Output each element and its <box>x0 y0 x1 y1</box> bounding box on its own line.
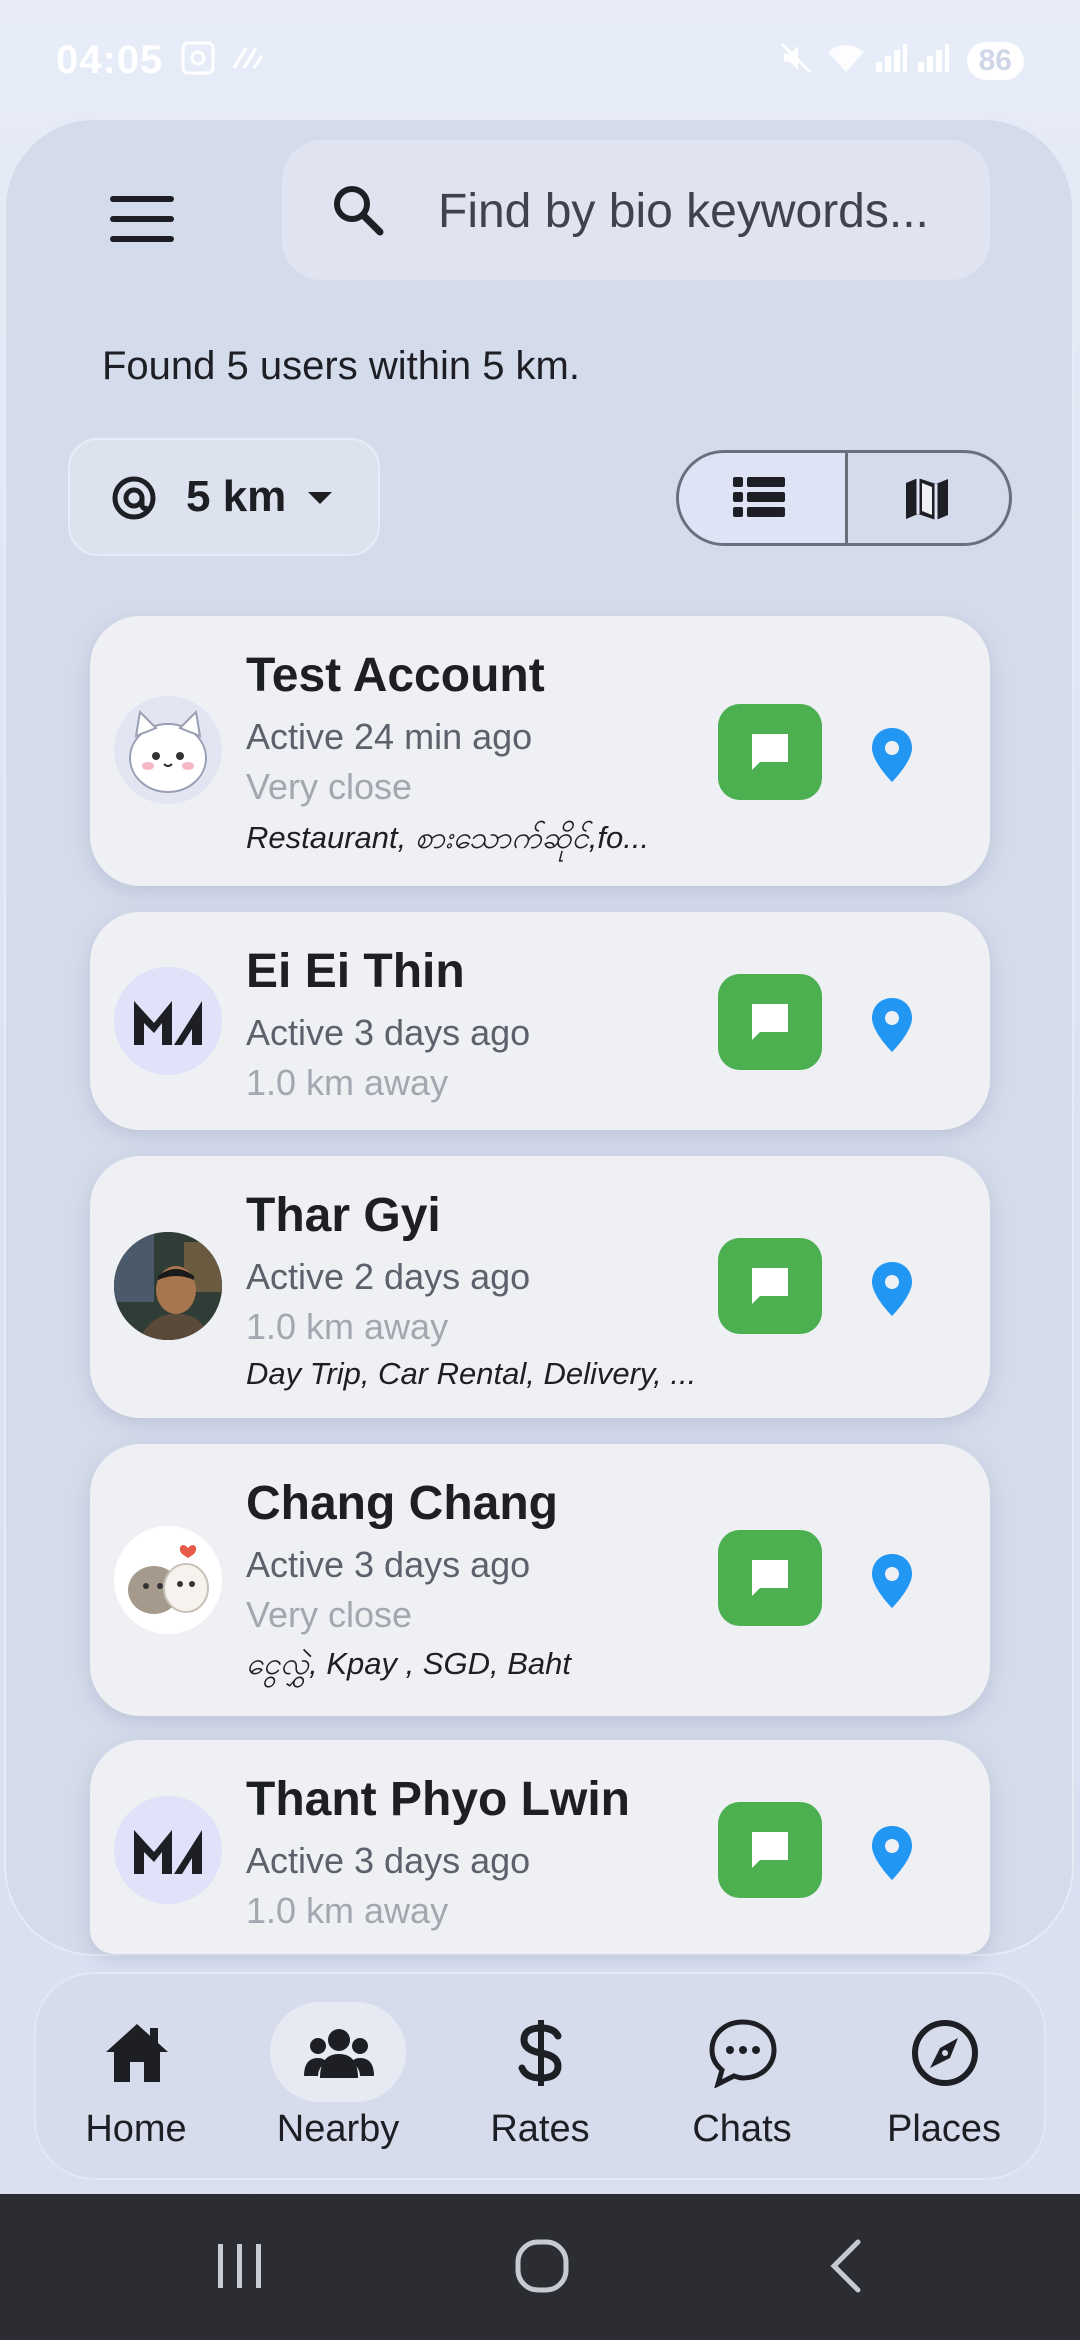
chevron-down-icon <box>308 492 332 504</box>
user-active-status: Active 24 min ago <box>246 716 533 757</box>
message-icon <box>752 1560 788 1596</box>
people-icon <box>304 2029 374 2078</box>
recents-icon <box>218 2244 261 2288</box>
user-distance: Very close <box>246 766 413 807</box>
location-pin-icon[interactable] <box>870 1824 914 1882</box>
data-saver-icon <box>230 40 266 85</box>
location-pin-icon[interactable] <box>870 1260 914 1318</box>
user-card[interactable]: Test Account Active 24 min ago Very clos… <box>90 616 990 886</box>
home-icon <box>106 2024 168 2082</box>
signal-1-icon <box>872 40 908 85</box>
user-active-status: Active 3 days ago <box>246 1840 531 1881</box>
compass-icon <box>912 2020 978 2086</box>
user-tags: Restaurant, စားသောက်ဆိုင်,fo... <box>246 820 650 855</box>
user-card[interactable]: Thant Phyo Lwin Active 3 days ago 1.0 km… <box>90 1740 990 1954</box>
message-icon <box>752 1832 788 1868</box>
list-icon <box>733 477 785 517</box>
user-card[interactable]: Thar Gyi Active 2 days ago 1.0 km away D… <box>90 1156 990 1418</box>
location-pin-icon[interactable] <box>870 996 914 1054</box>
screenshot-icon <box>180 40 216 85</box>
user-name: Thant Phyo Lwin <box>246 1773 630 1826</box>
bottom-navigation: Home Nearby Rates Chats Places <box>34 1972 1046 2180</box>
battery-level: 86 <box>966 42 1024 80</box>
chat-bubble-icon <box>709 2019 777 2088</box>
menu-button[interactable] <box>110 196 174 242</box>
search-input[interactable]: Find by bio keywords... <box>438 184 929 239</box>
user-distance: 1.0 km away <box>246 1062 449 1103</box>
system-navigation-bar <box>0 2194 1080 2340</box>
radius-value: 5 km <box>186 472 287 521</box>
signal-2-icon <box>914 40 950 85</box>
user-name: Test Account <box>246 649 545 702</box>
list-view-button[interactable] <box>679 453 845 543</box>
radius-icon <box>110 474 158 522</box>
user-distance: 1.0 km away <box>246 1890 449 1931</box>
status-bar: 04:05 86 <box>0 0 1080 120</box>
nav-nearby[interactable]: Nearby <box>238 1998 438 2168</box>
mute-icon <box>778 40 814 85</box>
chat-button[interactable] <box>718 704 822 800</box>
nav-label-places: Places <box>886 2108 1002 2150</box>
map-icon <box>906 478 948 520</box>
map-view-button[interactable] <box>848 453 1009 543</box>
home-circle-icon <box>515 2239 569 2293</box>
user-tags: Day Trip, Car Rental, Delivery, ... <box>246 1356 697 1391</box>
nav-home[interactable]: Home <box>36 1998 236 2168</box>
user-distance: 1.0 km away <box>246 1306 449 1347</box>
search-bar[interactable]: Find by bio keywords... <box>282 140 990 280</box>
nav-rates[interactable]: Rates <box>440 1998 640 2168</box>
view-toggle <box>676 450 1012 546</box>
chat-button[interactable] <box>718 974 822 1070</box>
message-icon <box>752 734 788 770</box>
user-card[interactable]: Ei Ei Thin Active 3 days ago 1.0 km away <box>90 912 990 1130</box>
user-active-status: Active 3 days ago <box>246 1544 531 1585</box>
user-card[interactable]: Chang Chang Active 3 days ago Very close… <box>90 1444 990 1716</box>
location-pin-icon[interactable] <box>870 726 914 784</box>
search-icon <box>330 182 386 238</box>
results-summary: Found 5 users within 5 km. <box>102 344 580 388</box>
nav-label-home: Home <box>85 2108 187 2150</box>
chat-button[interactable] <box>718 1530 822 1626</box>
avatar <box>114 696 222 804</box>
nav-places[interactable]: Places <box>844 1998 1044 2168</box>
status-time: 04:05 <box>56 38 164 82</box>
recent-apps-button[interactable] <box>212 2236 268 2301</box>
chat-button[interactable] <box>718 1802 822 1898</box>
user-name: Chang Chang <box>246 1477 558 1530</box>
wifi-icon <box>826 40 866 85</box>
back-button[interactable] <box>818 2236 878 2301</box>
user-active-status: Active 3 days ago <box>246 1012 531 1053</box>
avatar <box>114 967 222 1075</box>
avatar <box>114 1526 222 1634</box>
user-distance: Very close <box>246 1594 413 1635</box>
nav-label-nearby: Nearby <box>276 2108 400 2150</box>
chat-button[interactable] <box>718 1238 822 1334</box>
user-active-status: Active 2 days ago <box>246 1256 531 1297</box>
nav-chats[interactable]: Chats <box>642 1998 842 2168</box>
avatar <box>114 1796 222 1904</box>
back-chevron-icon <box>830 2239 861 2293</box>
nav-label-chats: Chats <box>692 2108 792 2150</box>
radius-dropdown[interactable]: 5 km <box>68 438 380 556</box>
nav-label-rates: Rates <box>490 2108 590 2150</box>
user-tags: ငွေလွှဲ, Kpay , SGD, Baht <box>246 1646 571 1681</box>
user-name: Thar Gyi <box>246 1189 441 1242</box>
home-system-button[interactable] <box>512 2236 572 2301</box>
location-pin-icon[interactable] <box>870 1552 914 1610</box>
user-name: Ei Ei Thin <box>246 945 465 998</box>
message-icon <box>752 1004 788 1040</box>
message-icon <box>752 1268 788 1304</box>
dollar-icon <box>518 2020 562 2086</box>
avatar <box>114 1232 222 1340</box>
